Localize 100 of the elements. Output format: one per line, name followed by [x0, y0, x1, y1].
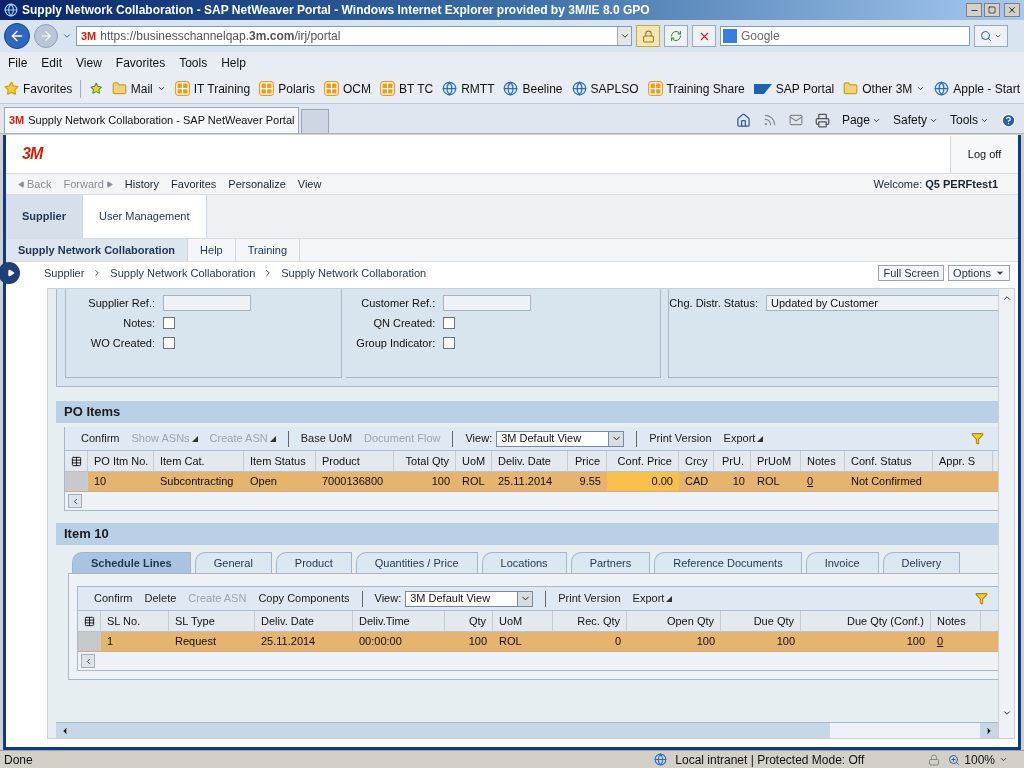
expand-panel-button[interactable] — [0, 262, 20, 284]
item-tab[interactable]: Schedule Lines — [72, 552, 191, 573]
stop-button[interactable] — [692, 25, 716, 47]
item-tab[interactable]: Product — [275, 552, 352, 573]
column-header[interactable]: Notes — [801, 451, 845, 471]
item-tab[interactable]: Reference Documents — [654, 552, 802, 573]
table-settings-icon[interactable] — [70, 455, 82, 467]
favorite-link[interactable]: BT TC — [379, 79, 434, 98]
item-tab[interactable]: Locations — [481, 552, 567, 573]
favorite-link[interactable]: RMTT — [442, 79, 495, 98]
column-header[interactable]: Crcy — [679, 451, 714, 471]
scroll-left-button[interactable] — [81, 654, 95, 668]
favorite-link[interactable]: SAPLSO — [571, 79, 639, 98]
column-header[interactable]: PrU. — [714, 451, 751, 471]
horizontal-scrollbar[interactable] — [56, 722, 998, 738]
menu-item[interactable]: View — [76, 54, 102, 72]
menu-item[interactable]: Favorites — [115, 54, 166, 72]
favorite-link[interactable]: Training Share — [647, 79, 745, 98]
column-header[interactable]: Deliv. Date — [492, 451, 568, 471]
scroll-left-button[interactable] — [68, 494, 82, 508]
minimize-button[interactable] — [966, 3, 982, 17]
mail-icon[interactable] — [788, 113, 803, 127]
checkbox[interactable] — [163, 317, 175, 329]
top-tab[interactable]: Supplier — [6, 195, 83, 238]
column-header[interactable]: Due Qty — [721, 611, 801, 631]
filter-icon[interactable] — [971, 432, 984, 445]
toolbar-button[interactable]: Confirm — [94, 590, 133, 607]
text-field[interactable] — [443, 295, 532, 311]
zoom-button[interactable]: 100% — [948, 750, 1020, 768]
toolbar-button[interactable]: Delete — [144, 590, 177, 607]
column-header[interactable]: Price — [568, 451, 607, 471]
column-header[interactable]: SL Type — [169, 611, 255, 631]
command-menu[interactable]: Safety — [892, 111, 938, 129]
item-tab[interactable]: Delivery — [882, 552, 961, 573]
menu-item[interactable]: Tools — [179, 54, 208, 72]
close-button[interactable] — [1004, 3, 1020, 17]
portal-link[interactable]: Personalize — [228, 175, 286, 193]
text-field[interactable]: Updated by Customer — [766, 295, 998, 311]
column-header[interactable]: Item Status — [244, 451, 316, 471]
column-header[interactable]: Due Qty (Conf.) — [801, 611, 931, 631]
address-field[interactable]: 3M https://businesschannelqap.3m.com/irj/portal — [76, 26, 632, 46]
column-header[interactable]: Product — [316, 451, 394, 471]
sub-tab[interactable]: Training — [235, 239, 301, 261]
new-tab-button[interactable] — [301, 109, 330, 133]
menu-button[interactable]: Export — [723, 430, 764, 447]
checkbox[interactable] — [443, 337, 456, 349]
column-header[interactable]: Item Cat. — [154, 451, 244, 471]
column-header[interactable]: Deliv.Time — [353, 611, 445, 631]
favorite-link[interactable]: Mail — [111, 79, 166, 98]
column-header[interactable]: Rec. Qty — [553, 611, 627, 631]
menu-item[interactable]: Help — [221, 54, 246, 72]
favorite-link[interactable]: Polaris — [259, 79, 315, 98]
back-button[interactable] — [4, 23, 30, 49]
browser-tab[interactable]: 3M Supply Network Collaboration - SAP NetWeaver Portal — [4, 107, 300, 133]
checkbox[interactable] — [163, 337, 175, 349]
print-icon[interactable] — [814, 112, 830, 128]
portal-link[interactable]: History — [124, 175, 160, 193]
column-header[interactable]: PrUoM — [751, 451, 801, 471]
column-header[interactable]: Deliv. Date — [255, 611, 353, 631]
column-header[interactable]: Conf. Price — [607, 451, 679, 471]
vertical-scrollbar[interactable] — [998, 289, 1014, 738]
favorite-link[interactable]: Other 3M — [843, 79, 926, 98]
notes-link[interactable]: 0 — [807, 473, 814, 490]
sub-tab[interactable]: Supply Network Collaboration — [6, 239, 189, 261]
menu-item[interactable]: File — [8, 54, 28, 72]
table-settings-icon[interactable] — [83, 615, 95, 627]
item-tab[interactable]: Invoice — [805, 552, 879, 573]
column-header[interactable]: Notes — [931, 611, 981, 631]
favorite-link[interactable]: Beeline — [503, 79, 563, 98]
caret-icon[interactable] — [619, 31, 630, 41]
add-favorite-icon[interactable] — [90, 81, 103, 96]
portal-link[interactable]: Favorites — [171, 175, 217, 193]
column-header[interactable]: UoM — [493, 611, 553, 631]
favorite-link[interactable]: Apple - Start — [934, 79, 1020, 98]
top-tab[interactable]: User Management — [83, 195, 207, 238]
home-icon[interactable] — [735, 112, 751, 128]
filter-icon[interactable] — [975, 592, 988, 605]
caret-icon[interactable] — [62, 31, 72, 41]
menu-item[interactable]: Edit — [41, 54, 63, 72]
search-button[interactable] — [974, 25, 1008, 47]
command-menu[interactable]: Page — [841, 111, 881, 129]
toolbar-button[interactable]: Print Version — [649, 430, 712, 447]
portal-link[interactable]: View — [297, 175, 322, 193]
lock-button[interactable] — [636, 25, 660, 47]
sub-tab[interactable]: Help — [188, 239, 236, 261]
favorite-link[interactable]: IT Training — [174, 79, 251, 98]
column-header[interactable]: PO Itm No. — [88, 451, 154, 471]
help-icon[interactable] — [1001, 112, 1016, 128]
column-header[interactable]: Qty — [445, 611, 493, 631]
breadcrumb-link[interactable]: Supply Network Collaboration — [110, 264, 256, 282]
column-header[interactable]: SL No. — [101, 611, 169, 631]
favorite-link[interactable]: OCM — [323, 79, 371, 98]
toolbar-button[interactable]: Copy Components — [258, 590, 350, 607]
column-header[interactable]: UoM — [456, 451, 492, 471]
notes-link[interactable]: 0 — [937, 633, 944, 650]
item-tab[interactable]: General — [194, 552, 272, 573]
column-header[interactable]: Appr. S — [933, 451, 993, 471]
text-field[interactable] — [163, 295, 251, 311]
column-header[interactable]: Open Qty — [627, 611, 721, 631]
logoff-button[interactable]: Log off — [950, 135, 1018, 173]
